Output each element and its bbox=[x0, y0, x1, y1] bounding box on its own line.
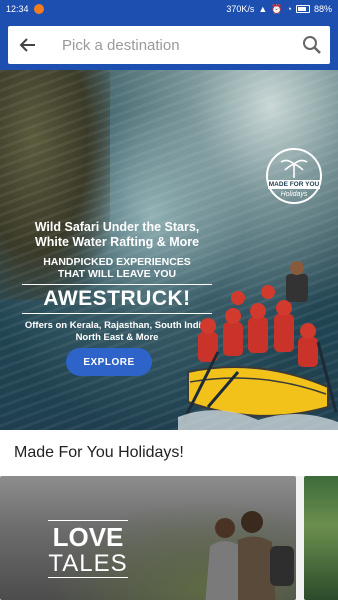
couple-image bbox=[205, 511, 294, 600]
battery-level: 88% bbox=[313, 4, 332, 14]
status-bar: 12:34 370K/s ▲ ⏰ ◔ 88% bbox=[0, 0, 338, 18]
badge-bottom-text: Holidays bbox=[280, 191, 308, 198]
palm-tree-icon bbox=[280, 159, 308, 178]
search-icon bbox=[303, 36, 321, 54]
search-box bbox=[8, 26, 330, 64]
holiday-cards-carousel[interactable]: LOVE TALES bbox=[0, 476, 338, 600]
back-button[interactable] bbox=[8, 26, 48, 64]
promo-banner[interactable]: MADE FOR YOU Holidays Wild Safari Under … bbox=[0, 70, 338, 430]
rafting-illustration bbox=[178, 261, 338, 430]
wifi-icon: ◔ bbox=[286, 4, 292, 14]
back-arrow-icon bbox=[19, 38, 35, 52]
holiday-card-next[interactable] bbox=[304, 476, 338, 600]
signal-icon: ▲ bbox=[258, 4, 268, 14]
status-left: 12:34 bbox=[6, 4, 44, 14]
network-speed: 370K/s bbox=[226, 4, 255, 14]
status-right: 370K/s ▲ ⏰ ◔ 88% bbox=[226, 4, 332, 15]
card-title-line-2: TALES bbox=[48, 550, 128, 578]
card-title: LOVE TALES bbox=[48, 520, 128, 578]
section-title: Made For You Holidays! bbox=[0, 430, 338, 476]
notification-icon bbox=[33, 4, 44, 14]
badge-top-text: MADE FOR YOU bbox=[268, 180, 320, 189]
destination-search-input[interactable] bbox=[48, 35, 294, 55]
explore-button[interactable]: EXPLORE bbox=[66, 348, 152, 376]
card-title-line-1: LOVE bbox=[48, 520, 128, 551]
made-for-you-badge: MADE FOR YOU Holidays bbox=[266, 148, 322, 204]
header bbox=[0, 18, 338, 70]
search-button[interactable] bbox=[294, 26, 330, 64]
status-time: 12:34 bbox=[6, 4, 29, 14]
alarm-icon: ⏰ bbox=[271, 3, 283, 14]
holiday-card-love-tales[interactable]: LOVE TALES bbox=[0, 476, 296, 600]
battery-icon bbox=[295, 5, 310, 13]
